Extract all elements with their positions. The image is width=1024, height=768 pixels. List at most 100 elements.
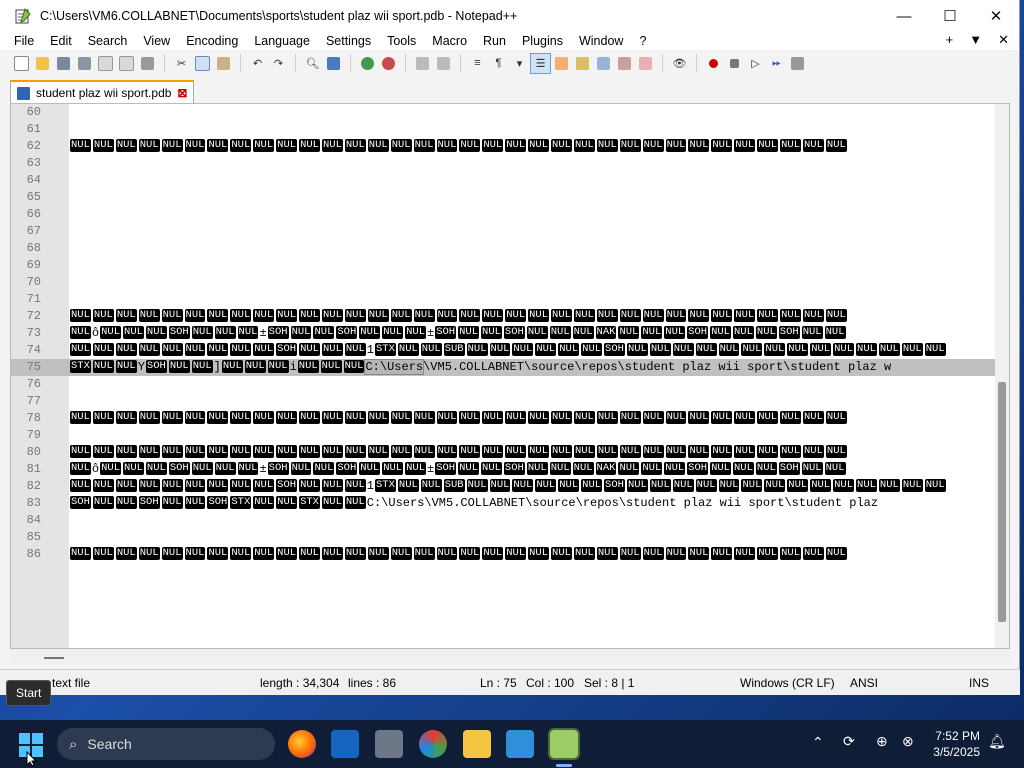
editor-line[interactable]: 74 NUL NUL NUL NUL NUL NUL NUL NUL NUL SOH NUL NUL NU… xyxy=(11,342,1009,359)
editor-line[interactable]: 62 NUL NUL NUL NUL NUL NUL NUL NUL NUL NUL NUL NUL NU… xyxy=(11,138,1009,155)
print-icon[interactable] xyxy=(138,54,157,73)
editor-line[interactable]: 63 xyxy=(11,155,1009,172)
editor-line[interactable]: 86 NUL NUL NUL NUL NUL NUL NUL NUL NUL NUL NUL NUL NU… xyxy=(11,546,1009,563)
folder-workspace-icon[interactable] xyxy=(636,54,655,73)
menu-edit[interactable]: Edit xyxy=(42,34,80,48)
menu-run[interactable]: Run xyxy=(475,34,514,48)
save-macro-icon[interactable] xyxy=(788,54,807,73)
record-macro-icon[interactable] xyxy=(704,54,723,73)
close-all-icon[interactable] xyxy=(117,54,136,73)
find-icon[interactable]: 🔍︎ xyxy=(303,54,322,73)
app-sphere-icon[interactable] xyxy=(419,730,447,758)
editor-line[interactable]: 69 xyxy=(11,257,1009,274)
tab-list-button[interactable]: ▼ xyxy=(969,32,982,48)
indent-guide-icon[interactable]: ☰ xyxy=(530,52,551,74)
app-monitor-icon[interactable] xyxy=(331,730,359,758)
maximize-button[interactable]: ☐ xyxy=(927,0,973,32)
editor-line[interactable]: 82 NUL NUL NUL NUL NUL NUL NUL NUL NUL SOH NUL NUL NU… xyxy=(11,478,1009,495)
editor-line[interactable]: 80 NUL NUL NUL NUL NUL NUL NUL NUL NUL NUL NUL NUL NU… xyxy=(11,444,1009,461)
play-macro-icon[interactable]: ▷ xyxy=(746,54,765,73)
sync-horizontal-icon[interactable] xyxy=(434,54,453,73)
file-explorer-icon[interactable] xyxy=(463,730,491,758)
app-window-icon[interactable] xyxy=(506,730,534,758)
horizontal-scrollbar[interactable] xyxy=(10,649,1010,665)
volume-muted-icon[interactable]: ⊗ xyxy=(902,733,914,750)
tab-close-icon[interactable]: ⊠ xyxy=(177,86,187,100)
editor-line[interactable]: 68 xyxy=(11,240,1009,257)
vertical-scrollbar[interactable] xyxy=(995,104,1009,648)
menu-file[interactable]: File xyxy=(6,34,42,48)
editor-line[interactable]: 61 xyxy=(11,121,1009,138)
show-all-chars-icon[interactable]: ¶ xyxy=(489,54,508,73)
editor-line[interactable]: 64 xyxy=(11,172,1009,189)
function-list-icon[interactable] xyxy=(615,54,634,73)
new-tab-button[interactable]: + xyxy=(946,32,954,48)
menu-view[interactable]: View xyxy=(135,34,178,48)
editor-area[interactable]: 60 61 62 NUL NUL NUL NUL NUL NUL NUL NUL NUL NUL NUL N… xyxy=(10,103,1010,649)
network-icon[interactable]: ⊕ xyxy=(876,733,888,750)
open-file-icon[interactable] xyxy=(33,54,52,73)
menu-window[interactable]: Window xyxy=(571,34,631,48)
close-button[interactable]: ✕ xyxy=(973,0,1019,32)
vertical-scroll-thumb[interactable] xyxy=(998,382,1006,622)
menu-encoding[interactable]: Encoding xyxy=(178,34,246,48)
doc-list-icon[interactable] xyxy=(594,54,613,73)
menu-plugins[interactable]: Plugins xyxy=(514,34,571,48)
run-macro-multiple-icon[interactable]: ⏩︎ xyxy=(767,54,786,73)
word-wrap-icon[interactable]: ≡ xyxy=(468,54,487,73)
copy-icon[interactable] xyxy=(193,54,212,73)
editor-line[interactable]: 79 xyxy=(11,427,1009,444)
stop-macro-icon[interactable] xyxy=(725,54,744,73)
chevron-up-icon[interactable]: ⌃ xyxy=(812,734,824,751)
editor-line[interactable]: 85 xyxy=(11,529,1009,546)
save-icon[interactable] xyxy=(54,54,73,73)
close-file-icon[interactable] xyxy=(96,54,115,73)
minimize-button[interactable]: — xyxy=(881,0,927,32)
zoom-in-icon[interactable] xyxy=(358,54,377,73)
editor-line[interactable]: 66 xyxy=(11,206,1009,223)
zoom-out-icon[interactable] xyxy=(379,54,398,73)
status-encoding[interactable]: ANSI xyxy=(850,676,878,690)
redo-icon[interactable]: ↷ xyxy=(269,54,288,73)
app-tools-icon[interactable] xyxy=(375,730,403,758)
menu-tools[interactable]: Tools xyxy=(379,34,424,48)
status-insert-mode[interactable]: INS xyxy=(969,676,989,690)
editor-line[interactable]: 81 NUL ô NUL NUL NUL SOH NUL NUL NUL ± SOH NUL NUL SOH… xyxy=(11,461,1009,478)
editor-line[interactable]: 65 xyxy=(11,189,1009,206)
menu-search[interactable]: Search xyxy=(80,34,136,48)
editor-line[interactable]: 77 xyxy=(11,393,1009,410)
cut-icon[interactable]: ✂ xyxy=(172,54,191,73)
editor-line[interactable]: 67 xyxy=(11,223,1009,240)
monitoring-icon[interactable]: 👁︎ xyxy=(670,54,689,73)
close-doc-button[interactable]: ✕ xyxy=(998,32,1009,48)
status-eol[interactable]: Windows (CR LF) xyxy=(740,676,835,690)
sync-icon[interactable]: ⟳ xyxy=(843,733,855,750)
notepadpp-taskbar-icon[interactable] xyxy=(548,728,580,760)
editor-line[interactable]: 84 xyxy=(11,512,1009,529)
menu-macro[interactable]: Macro xyxy=(424,34,475,48)
dropdown-arrow-icon[interactable]: ▾ xyxy=(510,54,529,73)
editor-line[interactable]: 70 xyxy=(11,274,1009,291)
undo-icon[interactable]: ↶ xyxy=(248,54,267,73)
replace-icon[interactable] xyxy=(324,54,343,73)
taskbar-search-box[interactable]: ⌕ Search xyxy=(57,728,275,760)
new-file-icon[interactable] xyxy=(12,54,31,73)
title-bar[interactable]: C:\Users\VM6.COLLABNET\Documents\sports\… xyxy=(0,0,1019,32)
editor-line[interactable]: 83 SOH NUL NUL SOH NUL NUL SOH STX NUL NUL STX NUL NU… xyxy=(11,495,1009,512)
firefox-icon[interactable] xyxy=(288,730,316,758)
taskbar-clock[interactable]: 7:52 PM 3/5/2025 xyxy=(933,728,980,760)
tab-student-plaz-wii-sport[interactable]: student plaz wii sport.pdb ⊠ xyxy=(10,80,195,104)
editor-line[interactable]: 78 NUL NUL NUL NUL NUL NUL NUL NUL NUL NUL NUL NUL NU… xyxy=(11,410,1009,427)
udl-icon[interactable] xyxy=(552,54,571,73)
sync-vertical-icon[interactable] xyxy=(413,54,432,73)
editor-line[interactable]: 72 NUL NUL NUL NUL NUL NUL NUL NUL NUL NUL NUL NUL NU… xyxy=(11,308,1009,325)
editor-line[interactable]: 76 xyxy=(11,376,1009,393)
menu-help[interactable]: ? xyxy=(631,34,654,48)
editor-line[interactable]: 71 xyxy=(11,291,1009,308)
horizontal-scroll-thumb[interactable] xyxy=(44,657,64,659)
menu-language[interactable]: Language xyxy=(246,34,318,48)
doc-map-icon[interactable] xyxy=(573,54,592,73)
paste-icon[interactable] xyxy=(214,54,233,73)
notification-bell-icon[interactable]: 🔔︎ xyxy=(988,733,1006,750)
editor-line[interactable]: 73 NUL ô NUL NUL NUL SOH NUL NUL NUL ± SOH NUL NUL SOH… xyxy=(11,325,1009,342)
